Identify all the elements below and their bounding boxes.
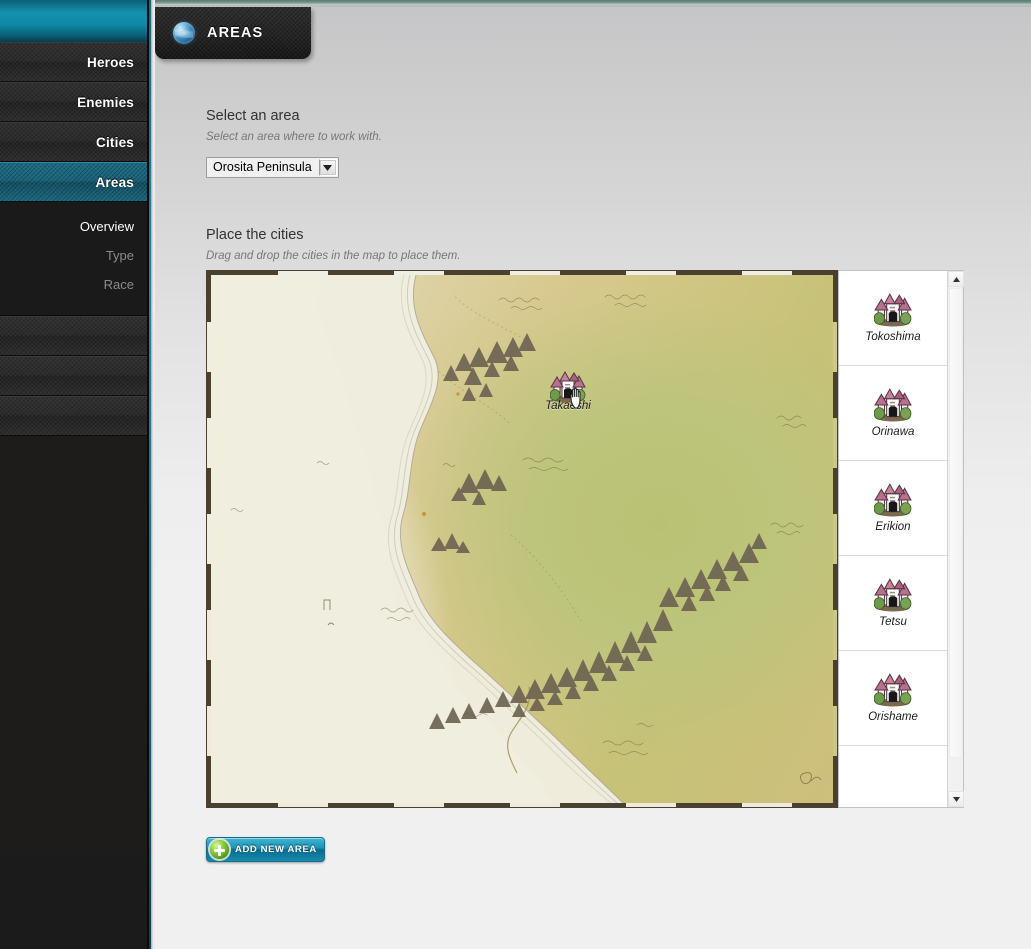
- placed-city-takaeshi[interactable]: Takaeshi: [541, 371, 595, 421]
- map-border-dash: [833, 610, 837, 660]
- plus-circle-icon: [210, 840, 229, 859]
- globe-icon: [173, 22, 195, 44]
- map-border-dash: [626, 803, 676, 807]
- sidebar-item-blank-2[interactable]: [0, 356, 147, 396]
- city-list-item[interactable]: Orinawa: [839, 366, 947, 461]
- city-name: Orishame: [868, 711, 918, 723]
- city-name: Erikion: [875, 521, 911, 533]
- map-border-dash: [833, 514, 837, 564]
- sidebar-item-heroes[interactable]: Heroes: [0, 42, 147, 82]
- area-select[interactable]: Orosita Peninsula: [206, 157, 339, 178]
- sidebar-item-label: Cities: [96, 135, 134, 150]
- city-list-item[interactable]: Tokoshima: [839, 271, 947, 366]
- tab-areas[interactable]: AREAS: [155, 7, 311, 59]
- map-coastline: [211, 275, 822, 803]
- sidebar-item-areas[interactable]: Areas: [0, 162, 147, 202]
- sidebar-item-blank-1[interactable]: [0, 316, 147, 356]
- map-border-dash: [742, 803, 792, 807]
- sidebar-item-label: Heroes: [87, 55, 134, 70]
- map-frame: Takaeshi: [206, 270, 838, 808]
- map-border-dash: [278, 271, 328, 275]
- sidebar-menu: Heroes Enemies Cities Areas Overview Typ…: [0, 42, 147, 856]
- map-border-dash: [207, 418, 211, 468]
- sidebar-item-enemies[interactable]: Enemies: [0, 82, 147, 122]
- map-border-dash: [278, 803, 328, 807]
- place-cities-heading: Place the cities: [206, 227, 304, 243]
- main-content: AREAS Select an area Select an area wher…: [155, 7, 1031, 949]
- map-border-dash: [510, 803, 560, 807]
- map-border-dash: [833, 418, 837, 468]
- area-select-value: Orosita Peninsula: [213, 160, 312, 174]
- sidebar-item-blank-3[interactable]: [0, 396, 147, 436]
- map-border-dash: [207, 514, 211, 564]
- map-border-dash: [207, 706, 211, 756]
- castle-icon: [874, 673, 912, 707]
- city-list[interactable]: Tokoshima Orinawa Erikion Tetsu Orishame: [839, 271, 947, 807]
- add-new-area-button[interactable]: ADD NEW AREA: [206, 837, 325, 862]
- map-border-dash: [833, 322, 837, 372]
- map-border-dash: [510, 271, 560, 275]
- scrollbar-thumb[interactable]: [949, 288, 963, 758]
- chevron-down-icon[interactable]: [318, 159, 337, 176]
- city-list-item[interactable]: Erikion: [839, 461, 947, 556]
- sidebar: Heroes Enemies Cities Areas Overview Typ…: [0, 0, 147, 949]
- sidebar-submenu: Overview Type Race: [0, 202, 147, 316]
- hand-cursor-icon: [570, 387, 581, 409]
- tab-title: AREAS: [207, 25, 264, 41]
- sidebar-header-gradient: [0, 0, 147, 42]
- city-name: Tokoshima: [865, 331, 921, 343]
- add-new-area-label: ADD NEW AREA: [235, 844, 317, 855]
- map-border-dash: [833, 706, 837, 756]
- map-border-dash: [207, 322, 211, 372]
- sidebar-subitem-label: Overview: [79, 219, 134, 234]
- select-area-subtitle: Select an area where to work with.: [206, 131, 382, 143]
- castle-icon: [874, 578, 912, 612]
- castle-icon: [874, 483, 912, 517]
- map-border-dash: [394, 271, 444, 275]
- application-window: Heroes Enemies Cities Areas Overview Typ…: [0, 0, 1031, 949]
- city-list-panel: Tokoshima Orinawa Erikion Tetsu Orishame: [838, 270, 964, 808]
- sidebar-subitem-type[interactable]: Type: [0, 241, 147, 270]
- sidebar-item-cities[interactable]: Cities: [0, 122, 147, 162]
- city-list-item[interactable]: Orishame: [839, 651, 947, 746]
- map-border-dash: [742, 271, 792, 275]
- map-border-dash: [394, 803, 444, 807]
- triangle-up-icon[interactable]: [948, 271, 964, 287]
- sidebar-subitem-overview[interactable]: Overview: [0, 212, 147, 241]
- map-border-dash: [626, 271, 676, 275]
- select-area-heading: Select an area: [206, 108, 300, 124]
- city-name: Tetsu: [879, 616, 907, 628]
- city-name: Orinawa: [871, 426, 915, 438]
- city-list-item[interactable]: Tetsu: [839, 556, 947, 651]
- sidebar-filler: [0, 436, 147, 856]
- city-list-scrollbar[interactable]: [947, 271, 964, 807]
- map-border-dash: [207, 610, 211, 660]
- map-canvas[interactable]: Takaeshi: [211, 275, 833, 803]
- sidebar-subitem-race[interactable]: Race: [0, 270, 147, 299]
- castle-icon: [874, 293, 912, 327]
- triangle-down-icon[interactable]: [948, 791, 964, 807]
- place-cities-subtitle: Drag and drop the cities in the map to p…: [206, 250, 461, 262]
- sidebar-item-label: Areas: [95, 175, 134, 190]
- sidebar-item-label: Enemies: [77, 95, 134, 110]
- castle-icon: [874, 388, 912, 422]
- city-list-empty-slot: [839, 746, 947, 807]
- sidebar-subitem-label: Race: [103, 277, 134, 292]
- sidebar-subitem-label: Type: [105, 248, 134, 263]
